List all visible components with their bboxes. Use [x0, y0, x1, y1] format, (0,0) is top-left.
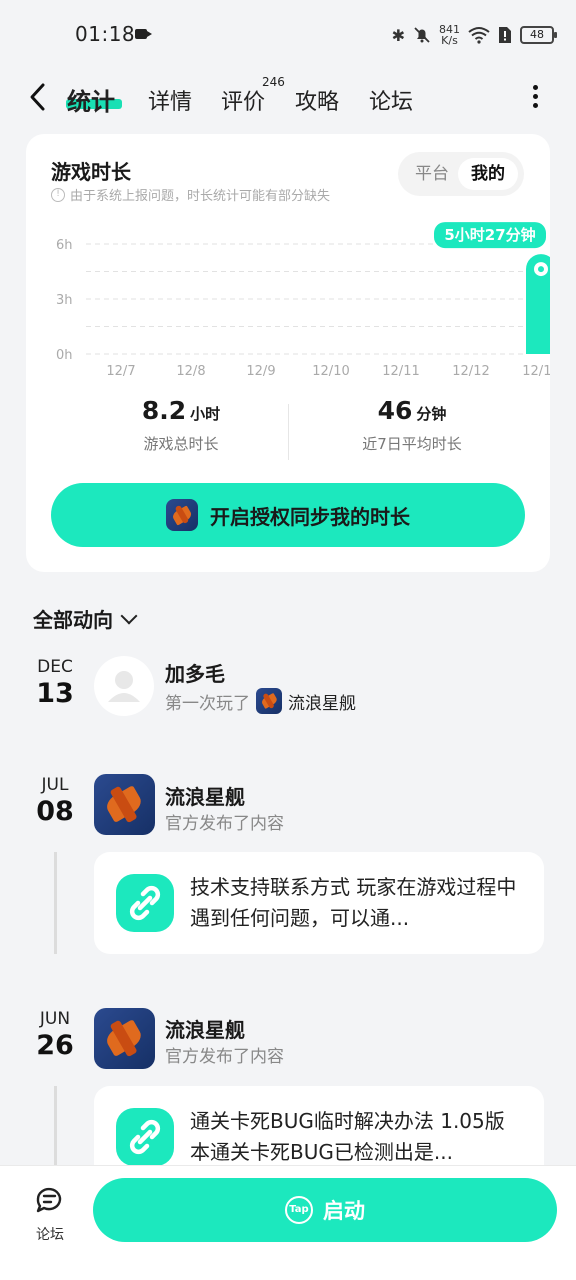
more-options-icon[interactable] — [533, 85, 539, 111]
total-time-value: 8.2 — [141, 396, 187, 425]
entry-name[interactable]: 流浪星舰 — [165, 1014, 245, 1043]
x-tick-label: 12/10 — [312, 364, 349, 379]
battery-icon: 48 — [520, 26, 557, 44]
x-tick-label: 12/13 — [522, 364, 550, 379]
chart-bar-base — [526, 338, 550, 354]
forum-shortcut-label: 论坛 — [36, 1227, 64, 1243]
card-note: ! 由于系统上报问题，时长统计可能有部分缺失 — [51, 185, 330, 204]
battery-level: 48 — [530, 28, 544, 41]
back-icon[interactable] — [26, 82, 50, 112]
entry-day: 26 — [36, 1030, 74, 1061]
avg-time-label: 近7日平均时长 — [362, 435, 462, 453]
launch-label: 启动 — [323, 1199, 365, 1223]
mute-bell-icon — [414, 27, 430, 43]
tab-forum[interactable]: 论坛 — [369, 84, 413, 116]
tab-reviews[interactable]: 评价 — [221, 84, 265, 116]
post-card[interactable]: 技术支持联系方式 玩家在游戏过程中遇到任何问题，可以通... — [94, 852, 544, 954]
total-time-label: 游戏总时长 — [143, 435, 219, 453]
avg-time-unit: 分钟 — [416, 405, 447, 423]
total-time-unit: 小时 — [190, 405, 221, 423]
bottom-action-bar: 论坛 Tap 启动 — [0, 1165, 576, 1280]
y-tick-label: 6h — [56, 238, 73, 253]
entry-name[interactable]: 流浪星舰 — [165, 781, 245, 810]
y-tick-label: 3h — [56, 293, 73, 308]
x-tick-label: 12/8 — [176, 364, 205, 379]
entry-action-text: 官方发布了内容 — [165, 814, 284, 834]
net-speed: 841 K/s — [439, 24, 460, 46]
forum-shortcut[interactable]: 论坛 — [24, 1184, 76, 1244]
timeline-line — [54, 852, 57, 954]
tab-details[interactable]: 详情 — [148, 84, 192, 116]
timeline-line — [54, 1086, 57, 1166]
feed-filter-dropdown[interactable]: 全部动向 — [33, 604, 138, 633]
entry-action: 第一次玩了 流浪星舰 — [165, 688, 356, 714]
game-avatar-icon[interactable] — [94, 774, 155, 835]
x-tick-label: 12/12 — [452, 364, 489, 379]
y-tick-label: 0h — [56, 348, 73, 363]
chat-bubble-icon — [36, 1187, 62, 1213]
sync-time-button[interactable]: 开启授权同步我的时长 — [51, 483, 525, 547]
play-time-card: 游戏时长 ! 由于系统上报问题，时长统计可能有部分缺失 平台 我的 0h 3h 6h… — [26, 134, 550, 572]
net-speed-unit: K/s — [441, 34, 458, 47]
tab-stats[interactable]: 统计 — [67, 82, 115, 117]
toggle-platform[interactable]: 平台 — [404, 158, 460, 190]
entry-day: 13 — [36, 678, 74, 709]
play-time-chart: 0h3h6h 12/712/812/912/1012/1112/1212/13 … — [56, 222, 550, 379]
total-time-stat: 8.2 小时 游戏总时长 — [106, 396, 256, 454]
entry-name[interactable]: 加多毛 — [165, 658, 225, 687]
info-icon: ! — [51, 187, 65, 202]
card-note-text: 由于系统上报问题，时长统计可能有部分缺失 — [70, 189, 331, 204]
x-tick-label: 12/9 — [246, 364, 275, 379]
avg-time-value: 46 — [377, 396, 413, 425]
x-tick-label: 12/11 — [382, 364, 419, 379]
entry-month: JUL — [41, 775, 69, 795]
chevron-down-icon — [120, 607, 138, 624]
feed-filter-label: 全部动向 — [33, 608, 113, 632]
bluetooth-icon: ✱ — [391, 25, 405, 45]
tab-guides[interactable]: 攻略 — [295, 84, 339, 116]
entry-month: DEC — [37, 657, 73, 677]
avg-time-stat: 46 分钟 近7日平均时长 — [326, 396, 498, 454]
launch-button[interactable]: Tap 启动 — [93, 1178, 557, 1242]
entry-action-text: 官方发布了内容 — [165, 1047, 284, 1067]
entry-action: 官方发布了内容 — [165, 1042, 284, 1067]
game-icon — [166, 499, 198, 531]
link-icon — [116, 874, 174, 932]
source-toggle: 平台 我的 — [398, 152, 524, 196]
avatar[interactable] — [94, 656, 154, 716]
entry-month: JUN — [39, 1009, 71, 1029]
status-bar: 01:18 ✱ 841 K/s 48 — [0, 0, 576, 70]
entry-action: 官方发布了内容 — [165, 809, 284, 834]
chart-tooltip-text: 5小时27分钟 — [444, 226, 535, 244]
x-tick-label: 12/7 — [106, 364, 135, 379]
entry-game-name[interactable]: 流浪星舰 — [288, 689, 356, 714]
entry-day: 08 — [36, 796, 74, 827]
post-text: 技术支持联系方式 玩家在游戏过程中遇到任何问题，可以通... — [190, 875, 517, 930]
entry-action-text: 第一次玩了 — [165, 693, 250, 714]
game-icon — [256, 688, 282, 714]
sim-alert-icon — [499, 27, 511, 43]
taptap-icon: Tap — [285, 1196, 313, 1224]
chart-selected-dot-core — [538, 266, 544, 273]
review-count-badge: 246 — [262, 75, 285, 89]
game-avatar-icon[interactable] — [94, 1008, 155, 1069]
sync-time-label: 开启授权同步我的时长 — [210, 504, 410, 529]
link-icon — [116, 1108, 174, 1166]
toggle-mine[interactable]: 我的 — [458, 158, 518, 190]
card-title: 游戏时长 — [51, 160, 131, 184]
stat-divider — [288, 404, 289, 460]
camera-icon — [135, 29, 152, 39]
post-text: 通关卡死BUG临时解决办法 1.05版本通关卡死BUG已检测出是... — [190, 1109, 505, 1164]
wifi-icon — [468, 27, 490, 44]
status-time: 01:18 — [75, 22, 136, 46]
